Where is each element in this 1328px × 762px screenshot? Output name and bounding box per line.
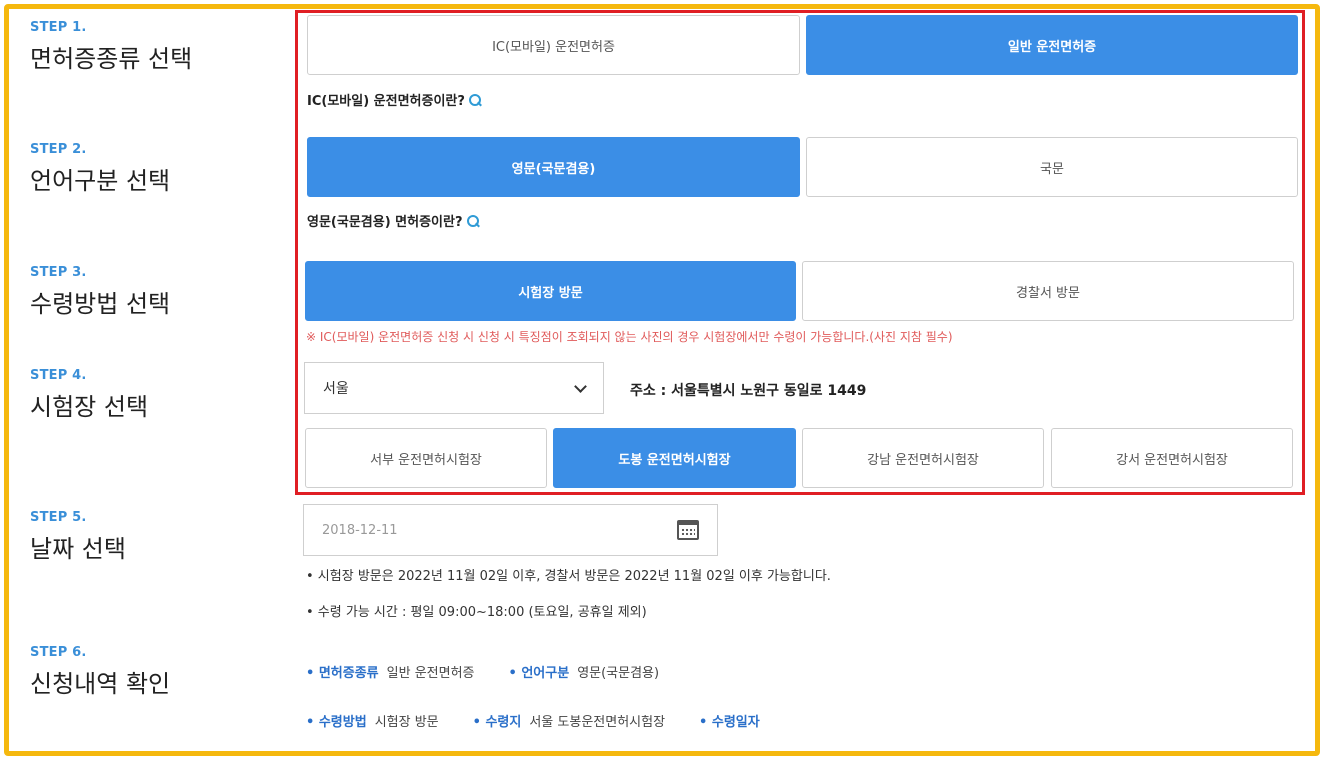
- step-title: 수령방법 선택: [30, 290, 171, 318]
- license-ic-button[interactable]: IC(모바일) 운전면허증: [307, 15, 800, 75]
- receive-test-center-button[interactable]: 시험장 방문: [305, 261, 796, 321]
- step-4: STEP 4. 시험장 선택: [30, 368, 148, 422]
- receive-warning-text: ※ IC(모바일) 운전면허증 신청 시 신청 시 특징점이 조회되지 않는 사…: [306, 330, 953, 344]
- step-3: STEP 3. 수령방법 선택: [30, 265, 170, 319]
- center-seobu-button[interactable]: 서부 운전면허시험장: [305, 428, 547, 488]
- highlight-box: [295, 10, 1305, 495]
- ic-license-info-link[interactable]: IC(모바일) 운전면허증이란?: [307, 90, 481, 109]
- summary-value: 일반 운전면허증: [386, 666, 475, 681]
- license-general-button[interactable]: 일반 운전면허증: [806, 15, 1298, 75]
- step-1: STEP 1. 면허증종류 선택: [30, 20, 192, 74]
- step-title: 신청내역 확인: [30, 670, 171, 698]
- step-title: 면허증종류 선택: [30, 45, 193, 73]
- step-number: STEP 1.: [30, 20, 87, 35]
- summary-value: 영문(국문겸용): [577, 666, 660, 681]
- calendar-icon[interactable]: [677, 520, 699, 540]
- date-input[interactable]: 2018-12-11: [303, 504, 718, 556]
- test-center-address: 주소 : 서울특별시 노원구 동일로 1449: [630, 383, 867, 399]
- summary-row-1: • 면허증종류 일반 운전면허증 • 언어구분 영문(국문겸용): [306, 662, 687, 681]
- english-license-info-link[interactable]: 영문(국문겸용) 면허증이란?: [307, 211, 479, 230]
- summary-row-2: • 수령방법 시험장 방문 • 수령지 서울 도봉운전면허시험장 • 수령일자: [306, 711, 796, 730]
- chevron-down-icon: [574, 379, 587, 393]
- language-korean-button[interactable]: 국문: [806, 137, 1298, 197]
- summary-key: • 언어구분: [508, 666, 570, 681]
- date-value: 2018-12-11: [322, 522, 398, 538]
- search-icon: [468, 93, 481, 106]
- summary-key: • 수령방법: [306, 715, 367, 730]
- english-license-info-text: 영문(국문겸용) 면허증이란?: [307, 215, 463, 230]
- summary-license-type: • 면허증종류 일반 운전면허증: [306, 662, 475, 681]
- step-title: 날짜 선택: [30, 535, 126, 563]
- step-title: 시험장 선택: [30, 393, 149, 421]
- center-gangseo-button[interactable]: 강서 운전면허시험장: [1051, 428, 1293, 488]
- region-select[interactable]: 서울: [304, 362, 604, 414]
- step-number: STEP 6.: [30, 645, 87, 660]
- summary-value: 서울 도봉운전면허시험장: [529, 715, 666, 730]
- ic-license-info-text: IC(모바일) 운전면허증이란?: [307, 94, 465, 109]
- step-2: STEP 2. 언어구분 선택: [30, 142, 170, 196]
- date-note-1: • 시험장 방문은 2022년 11월 02일 이후, 경찰서 방문은 2022…: [306, 569, 831, 584]
- step-number: STEP 4.: [30, 368, 87, 383]
- summary-key: • 수령지: [472, 715, 522, 730]
- step-number: STEP 5.: [30, 510, 87, 525]
- summary-value: 시험장 방문: [374, 715, 439, 730]
- receive-police-button[interactable]: 경찰서 방문: [802, 261, 1294, 321]
- summary-key: • 수령일자: [699, 715, 760, 730]
- summary-key: • 면허증종류: [306, 666, 379, 681]
- center-gangnam-button[interactable]: 강남 운전면허시험장: [802, 428, 1044, 488]
- step-title: 언어구분 선택: [30, 167, 171, 195]
- summary-language: • 언어구분 영문(국문겸용): [509, 662, 660, 681]
- summary-receive-method: • 수령방법 시험장 방문: [306, 711, 439, 730]
- step-number: STEP 2.: [30, 142, 87, 157]
- step-5: STEP 5. 날짜 선택: [30, 510, 126, 564]
- language-english-button[interactable]: 영문(국문겸용): [307, 137, 800, 197]
- date-note-2: • 수령 가능 시간 : 평일 09:00~18:00 (토요일, 공휴일 제외…: [306, 605, 647, 620]
- summary-receive-date: • 수령일자: [699, 711, 768, 730]
- region-select-value: 서울: [323, 381, 349, 397]
- step-6: STEP 6. 신청내역 확인: [30, 645, 170, 699]
- center-dobong-button[interactable]: 도봉 운전면허시험장: [553, 428, 796, 488]
- summary-receive-place: • 수령지 서울 도봉운전면허시험장: [473, 711, 665, 730]
- search-icon: [466, 214, 479, 227]
- step-number: STEP 3.: [30, 265, 87, 280]
